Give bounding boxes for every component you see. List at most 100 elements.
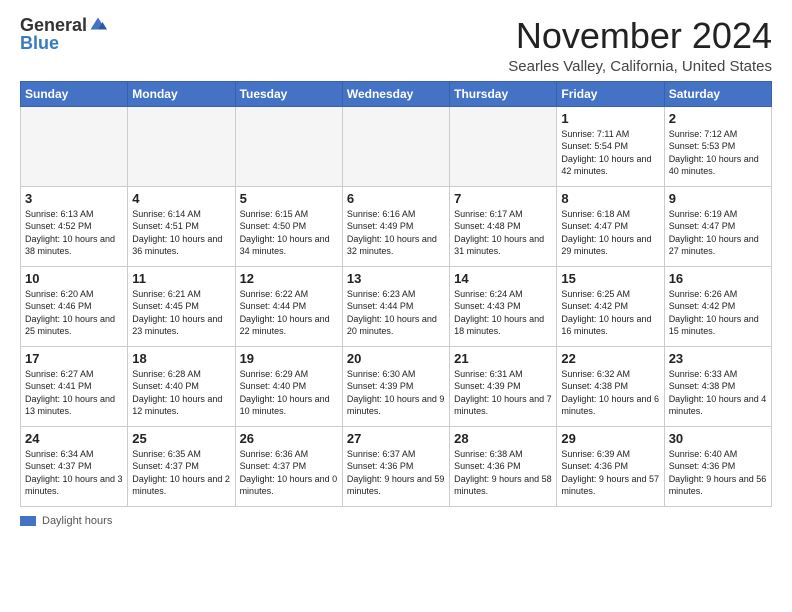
day-number: 12: [240, 271, 338, 286]
calendar-cell: 22Sunrise: 6:32 AM Sunset: 4:38 PM Dayli…: [557, 346, 664, 426]
calendar-header-saturday: Saturday: [664, 81, 771, 106]
calendar-cell: 4Sunrise: 6:14 AM Sunset: 4:51 PM Daylig…: [128, 186, 235, 266]
calendar-header-friday: Friday: [557, 81, 664, 106]
calendar-cell: 21Sunrise: 6:31 AM Sunset: 4:39 PM Dayli…: [450, 346, 557, 426]
cell-info: Sunrise: 6:13 AM Sunset: 4:52 PM Dayligh…: [25, 208, 123, 258]
day-number: 8: [561, 191, 659, 206]
cell-info: Sunrise: 6:14 AM Sunset: 4:51 PM Dayligh…: [132, 208, 230, 258]
cell-info: Sunrise: 6:26 AM Sunset: 4:42 PM Dayligh…: [669, 288, 767, 338]
day-number: 5: [240, 191, 338, 206]
day-number: 15: [561, 271, 659, 286]
calendar-header-thursday: Thursday: [450, 81, 557, 106]
calendar-cell: [342, 106, 449, 186]
cell-info: Sunrise: 7:11 AM Sunset: 5:54 PM Dayligh…: [561, 128, 659, 178]
calendar-cell: 18 Sunrise: 6:28 AM Sunset: 4:40 PM Dayli…: [128, 346, 235, 426]
cell-info: Sunrise: 6:40 AM Sunset: 4:36 PM Dayligh…: [669, 448, 767, 498]
calendar-cell: 28Sunrise: 6:38 AM Sunset: 4:36 PM Dayli…: [450, 426, 557, 506]
cell-info: Sunrise: 6:22 AM Sunset: 4:44 PM Dayligh…: [240, 288, 338, 338]
cell-info: Sunrise: 6:35 AM Sunset: 4:37 PM Dayligh…: [132, 448, 230, 498]
day-number: 26: [240, 431, 338, 446]
calendar-cell: 11 Sunrise: 6:21 AM Sunset: 4:45 PM Dayli…: [128, 266, 235, 346]
cell-info: Sunrise: 6:20 AM Sunset: 4:46 PM Dayligh…: [25, 288, 123, 338]
cell-info: Sunrise: 6:38 AM Sunset: 4:36 PM Dayligh…: [454, 448, 552, 498]
cell-info: Sunrise: 6:33 AM Sunset: 4:38 PM Dayligh…: [669, 368, 767, 418]
day-number: 6: [347, 191, 445, 206]
day-number: 10: [25, 271, 123, 286]
header: General Blue November 2024 Searles Valle…: [20, 16, 772, 75]
logo-general: General: [20, 16, 87, 34]
cell-info: Sunrise: 6:21 AM Sunset: 4:45 PM Dayligh…: [132, 288, 230, 338]
logo-blue: Blue: [20, 34, 59, 52]
calendar-cell: 13 Sunrise: 6:23 AM Sunset: 4:44 PM Dayli…: [342, 266, 449, 346]
legend-label: Daylight hours: [42, 515, 112, 527]
cell-info: Sunrise: 6:37 AM Sunset: 4:36 PM Dayligh…: [347, 448, 445, 498]
cell-info: Sunrise: 6:27 AM Sunset: 4:41 PM Dayligh…: [25, 368, 123, 418]
day-number: 2: [669, 111, 767, 126]
calendar-header-row: SundayMondayTuesdayWednesdayThursdayFrid…: [21, 81, 772, 106]
calendar-table: SundayMondayTuesdayWednesdayThursdayFrid…: [20, 81, 772, 507]
cell-info: Sunrise: 6:39 AM Sunset: 4:36 PM Dayligh…: [561, 448, 659, 498]
cell-info: Sunrise: 6:28 AM Sunset: 4:40 PM Dayligh…: [132, 368, 230, 418]
calendar-cell: 20 Sunrise: 6:30 AM Sunset: 4:39 PM Dayli…: [342, 346, 449, 426]
day-number: 25: [132, 431, 230, 446]
cell-info: Sunrise: 6:34 AM Sunset: 4:37 PM Dayligh…: [25, 448, 123, 498]
calendar-cell: [21, 106, 128, 186]
cell-info: Sunrise: 6:16 AM Sunset: 4:49 PM Dayligh…: [347, 208, 445, 258]
calendar-cell: 8Sunrise: 6:18 AM Sunset: 4:47 PM Daylig…: [557, 186, 664, 266]
calendar-week-1: 3 Sunrise: 6:13 AM Sunset: 4:52 PM Daylig…: [21, 186, 772, 266]
calendar-cell: 17 Sunrise: 6:27 AM Sunset: 4:41 PM Dayli…: [21, 346, 128, 426]
day-number: 23: [669, 351, 767, 366]
day-number: 24: [25, 431, 123, 446]
calendar-cell: 7 Sunrise: 6:17 AM Sunset: 4:48 PM Daylig…: [450, 186, 557, 266]
day-number: 7: [454, 191, 552, 206]
calendar-header-tuesday: Tuesday: [235, 81, 342, 106]
calendar-cell: 24 Sunrise: 6:34 AM Sunset: 4:37 PM Dayli…: [21, 426, 128, 506]
cell-info: Sunrise: 6:24 AM Sunset: 4:43 PM Dayligh…: [454, 288, 552, 338]
day-number: 11: [132, 271, 230, 286]
cell-info: Sunrise: 6:30 AM Sunset: 4:39 PM Dayligh…: [347, 368, 445, 418]
calendar-cell: 27 Sunrise: 6:37 AM Sunset: 4:36 PM Dayli…: [342, 426, 449, 506]
day-number: 13: [347, 271, 445, 286]
calendar-header-wednesday: Wednesday: [342, 81, 449, 106]
location-title: Searles Valley, California, United State…: [508, 58, 772, 75]
title-area: November 2024 Searles Valley, California…: [508, 16, 772, 75]
calendar-week-0: 1Sunrise: 7:11 AM Sunset: 5:54 PM Daylig…: [21, 106, 772, 186]
cell-info: Sunrise: 6:15 AM Sunset: 4:50 PM Dayligh…: [240, 208, 338, 258]
logo-icon: [89, 16, 107, 34]
day-number: 18: [132, 351, 230, 366]
cell-info: Sunrise: 6:19 AM Sunset: 4:47 PM Dayligh…: [669, 208, 767, 258]
calendar-header-sunday: Sunday: [21, 81, 128, 106]
day-number: 19: [240, 351, 338, 366]
month-title: November 2024: [508, 16, 772, 56]
calendar-cell: 19Sunrise: 6:29 AM Sunset: 4:40 PM Dayli…: [235, 346, 342, 426]
footer: Daylight hours: [20, 515, 772, 527]
day-number: 17: [25, 351, 123, 366]
calendar-cell: [235, 106, 342, 186]
calendar-cell: 3 Sunrise: 6:13 AM Sunset: 4:52 PM Daylig…: [21, 186, 128, 266]
day-number: 16: [669, 271, 767, 286]
day-number: 22: [561, 351, 659, 366]
calendar-cell: 23 Sunrise: 6:33 AM Sunset: 4:38 PM Dayli…: [664, 346, 771, 426]
day-number: 30: [669, 431, 767, 446]
calendar-cell: 12 Sunrise: 6:22 AM Sunset: 4:44 PM Dayli…: [235, 266, 342, 346]
cell-info: Sunrise: 6:25 AM Sunset: 4:42 PM Dayligh…: [561, 288, 659, 338]
cell-info: Sunrise: 6:23 AM Sunset: 4:44 PM Dayligh…: [347, 288, 445, 338]
day-number: 14: [454, 271, 552, 286]
day-number: 20: [347, 351, 445, 366]
day-number: 29: [561, 431, 659, 446]
cell-info: Sunrise: 6:36 AM Sunset: 4:37 PM Dayligh…: [240, 448, 338, 498]
calendar-cell: 2Sunrise: 7:12 AM Sunset: 5:53 PM Daylig…: [664, 106, 771, 186]
cell-info: Sunrise: 6:31 AM Sunset: 4:39 PM Dayligh…: [454, 368, 552, 418]
day-number: 27: [347, 431, 445, 446]
legend-bar: [20, 516, 36, 526]
logo: General Blue: [20, 16, 107, 52]
calendar-cell: [128, 106, 235, 186]
calendar-cell: 26 Sunrise: 6:36 AM Sunset: 4:37 PM Dayli…: [235, 426, 342, 506]
calendar-cell: [450, 106, 557, 186]
day-number: 3: [25, 191, 123, 206]
calendar-cell: 25 Sunrise: 6:35 AM Sunset: 4:37 PM Dayli…: [128, 426, 235, 506]
calendar-week-4: 24 Sunrise: 6:34 AM Sunset: 4:37 PM Dayli…: [21, 426, 772, 506]
calendar-week-3: 17 Sunrise: 6:27 AM Sunset: 4:41 PM Dayli…: [21, 346, 772, 426]
cell-info: Sunrise: 6:17 AM Sunset: 4:48 PM Dayligh…: [454, 208, 552, 258]
calendar-cell: 15 Sunrise: 6:25 AM Sunset: 4:42 PM Dayli…: [557, 266, 664, 346]
